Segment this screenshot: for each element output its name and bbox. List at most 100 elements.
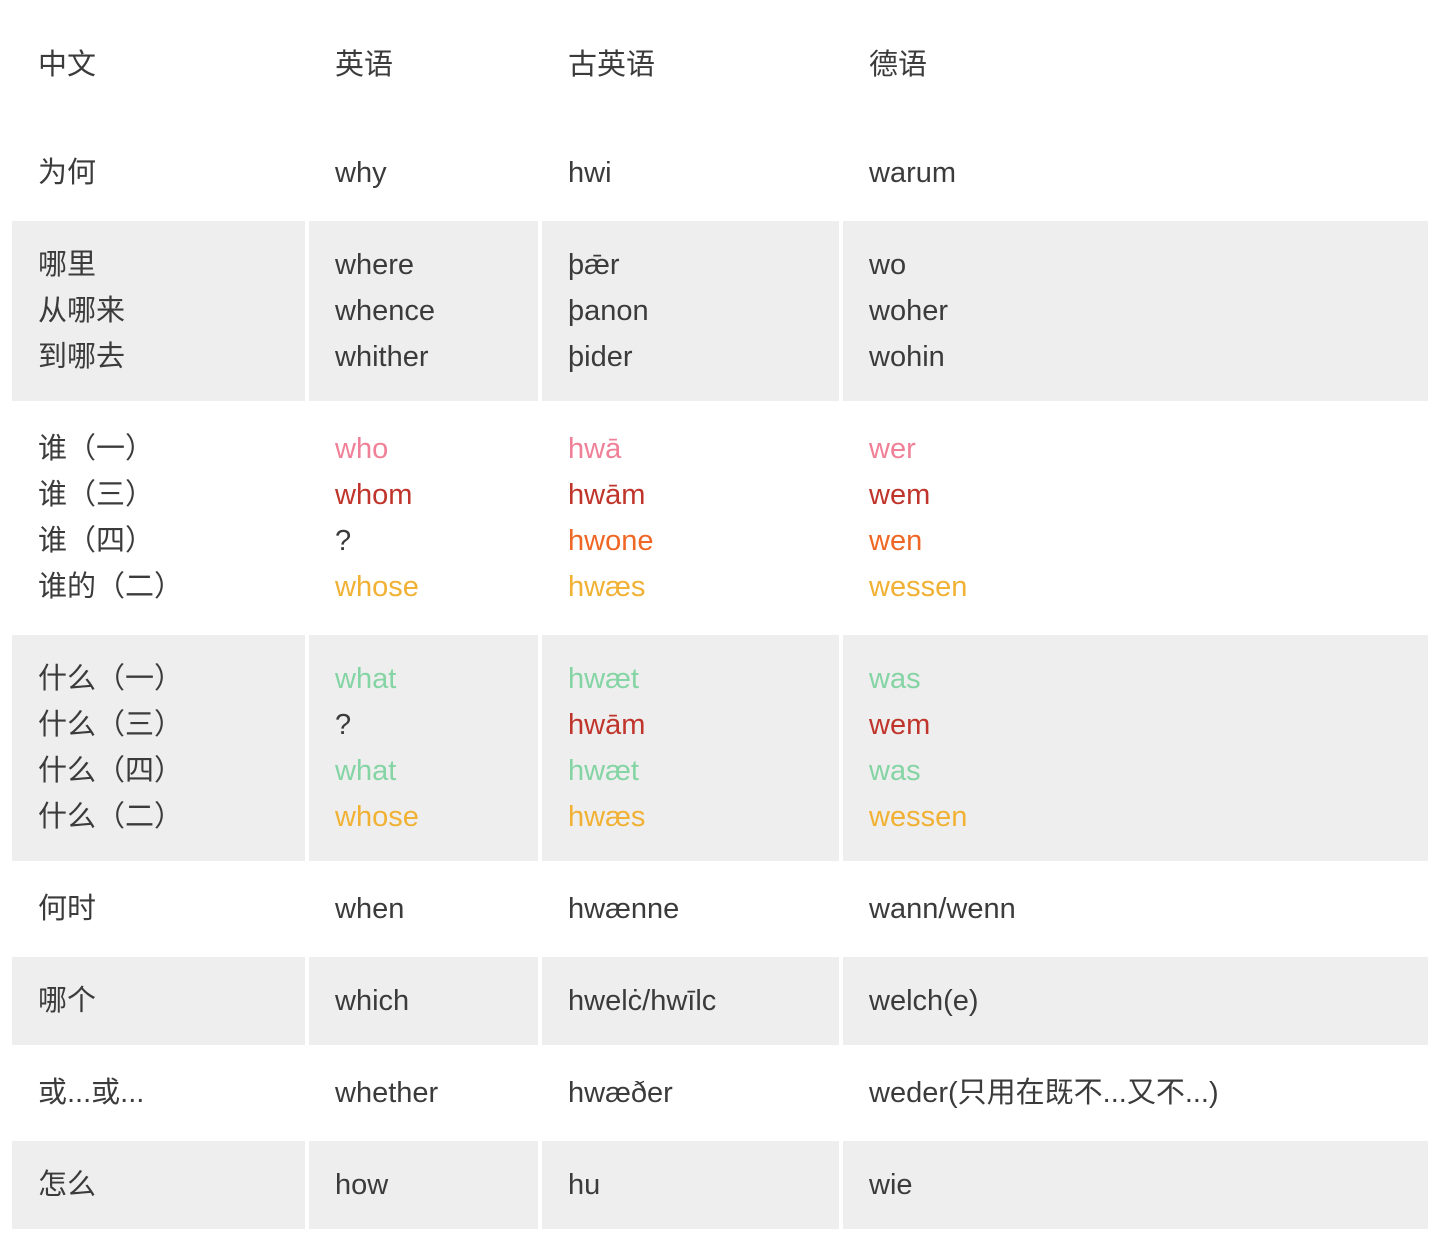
cell-how-en: how [309,1141,538,1229]
cell-line: wer [869,426,1428,472]
cell-line: hwām [568,702,839,748]
cell-line: wen [869,518,1428,564]
cell-line: which [335,978,538,1024]
cell-line: hu [568,1162,839,1208]
cell-line: wem [869,472,1428,518]
cell-line: hwone [568,518,839,564]
cell-how-de: wie [843,1141,1428,1229]
cell-which-oe: hwelċ/hwīlc [542,957,839,1045]
cell-what-de: waswemwaswessen [843,635,1428,861]
cell-line: was [869,748,1428,794]
cell-line: hwā [568,426,839,472]
table-row: 谁（一）谁（三）谁（四）谁的（二）whowhom?whosehwāhwāmhwo… [12,405,1428,631]
cell-line: 从哪来 [38,288,305,334]
cell-line: 谁的（二） [38,564,305,610]
cell-line: whence [335,288,538,334]
column-header-english: 英语 [309,4,538,125]
cell-who-oe: hwāhwāmhwonehwæs [542,405,839,631]
cell-which-de: welch(e) [843,957,1428,1045]
cell-why-oe: hwi [542,129,839,217]
cell-line: hwænne [568,886,839,932]
cell-line: 怎么 [38,1162,305,1208]
cell-line: ? [335,702,538,748]
table-header: 中文 英语 古英语 德语 [12,4,1428,125]
cell-line: who [335,426,538,472]
cell-what-zh: 什么（一）什么（三）什么（四）什么（二） [12,635,305,861]
cell-line: whom [335,472,538,518]
cell-lines: wie [869,1162,1428,1208]
cell-line: hwæs [568,794,839,840]
cell-lines: what?whatwhose [335,656,538,840]
cell-where-zh: 哪里从哪来到哪去 [12,221,305,401]
cell-line: 什么（二） [38,794,305,840]
cell-who-zh: 谁（一）谁（三）谁（四）谁的（二） [12,405,305,631]
cell-line: warum [869,150,1428,196]
cell-line: 什么（一） [38,656,305,702]
cell-line: wo [869,242,1428,288]
cell-lines: hwæðer [568,1070,839,1116]
table-row: 何时 when hwænne wann/wenn [12,865,1428,953]
cell-what-en: what?whatwhose [309,635,538,861]
table-row: 哪个 which hwelċ/hwīlc welch(e) [12,957,1428,1045]
cell-lines: 为何 [38,150,305,196]
cell-lines: werwemwenwessen [869,426,1428,610]
cell-lines: hu [568,1162,839,1208]
table-row: 哪里从哪来到哪去wherewhencewhitherþǣrþanonþiderw… [12,221,1428,401]
cell-line: what [335,748,538,794]
cell-line: wie [869,1162,1428,1208]
cell-lines: which [335,978,538,1024]
cell-line: 什么（三） [38,702,305,748]
cell-line: 哪个 [38,978,305,1024]
cell-line: when [335,886,538,932]
cell-line: whither [335,334,538,380]
cell-lines: hwænne [568,886,839,932]
cell-lines: hwelċ/hwīlc [568,978,839,1024]
cell-how-zh: 怎么 [12,1141,305,1229]
cell-line: hwelċ/hwīlc [568,978,839,1024]
cell-lines: hwi [568,150,839,196]
cell-line: 谁（四） [38,518,305,564]
cell-line: how [335,1162,538,1208]
cell-lines: welch(e) [869,978,1428,1024]
cell-line: 到哪去 [38,334,305,380]
cell-lines: 谁（一）谁（三）谁（四）谁的（二） [38,426,305,610]
cell-when-oe: hwænne [542,865,839,953]
cell-line: welch(e) [869,978,1428,1024]
cell-which-zh: 哪个 [12,957,305,1045]
cell-lines: warum [869,150,1428,196]
cell-lines: wann/wenn [869,886,1428,932]
cell-line: whose [335,564,538,610]
cell-line: hwæt [568,748,839,794]
table-body: 为何whyhwi warum 哪里从哪来到哪去wherewhencewhitherþ… [12,129,1428,1229]
cell-lines: 什么（一）什么（三）什么（四）什么（二） [38,656,305,840]
cell-line: wohin [869,334,1428,380]
cell-line: 谁（三） [38,472,305,518]
table-row: 或...或... whether hwæðer weder(只用在既不...又不...… [12,1049,1428,1137]
cell-line: wessen [869,564,1428,610]
cell-lines: whether [335,1070,538,1116]
cell-whether-en: whether [309,1049,538,1137]
cell-line: wann/wenn [869,886,1428,932]
cell-when-zh: 何时 [12,865,305,953]
table-row: 为何whyhwi warum [12,129,1428,217]
cell-who-de: werwemwenwessen [843,405,1428,631]
cell-line: ? [335,518,538,564]
cell-whether-oe: hwæðer [542,1049,839,1137]
cell-lines: hwæthwāmhwæthwæs [568,656,839,840]
table-container: 中文 英语 古英语 德语 为何whyhwi warum 哪里从哪来到哪去wherew… [0,0,1440,1242]
cell-when-en: when [309,865,538,953]
cell-line: 何时 [38,886,305,932]
cell-line: 或...或... [38,1070,305,1116]
cell-line: hwæs [568,564,839,610]
cell-whether-de: weder(只用在既不...又不...) [843,1049,1428,1137]
cell-lines: waswemwaswessen [869,656,1428,840]
cell-why-en: why [309,129,538,217]
cell-lines: wowoherwohin [869,242,1428,380]
cell-where-oe: þǣrþanonþider [542,221,839,401]
cell-who-en: whowhom?whose [309,405,538,631]
cell-line: what [335,656,538,702]
cell-line: hwām [568,472,839,518]
cell-line: hwi [568,150,839,196]
cell-line: weder(只用在既不...又不...) [869,1070,1428,1116]
table-row: 怎么 howhuwie [12,1141,1428,1229]
